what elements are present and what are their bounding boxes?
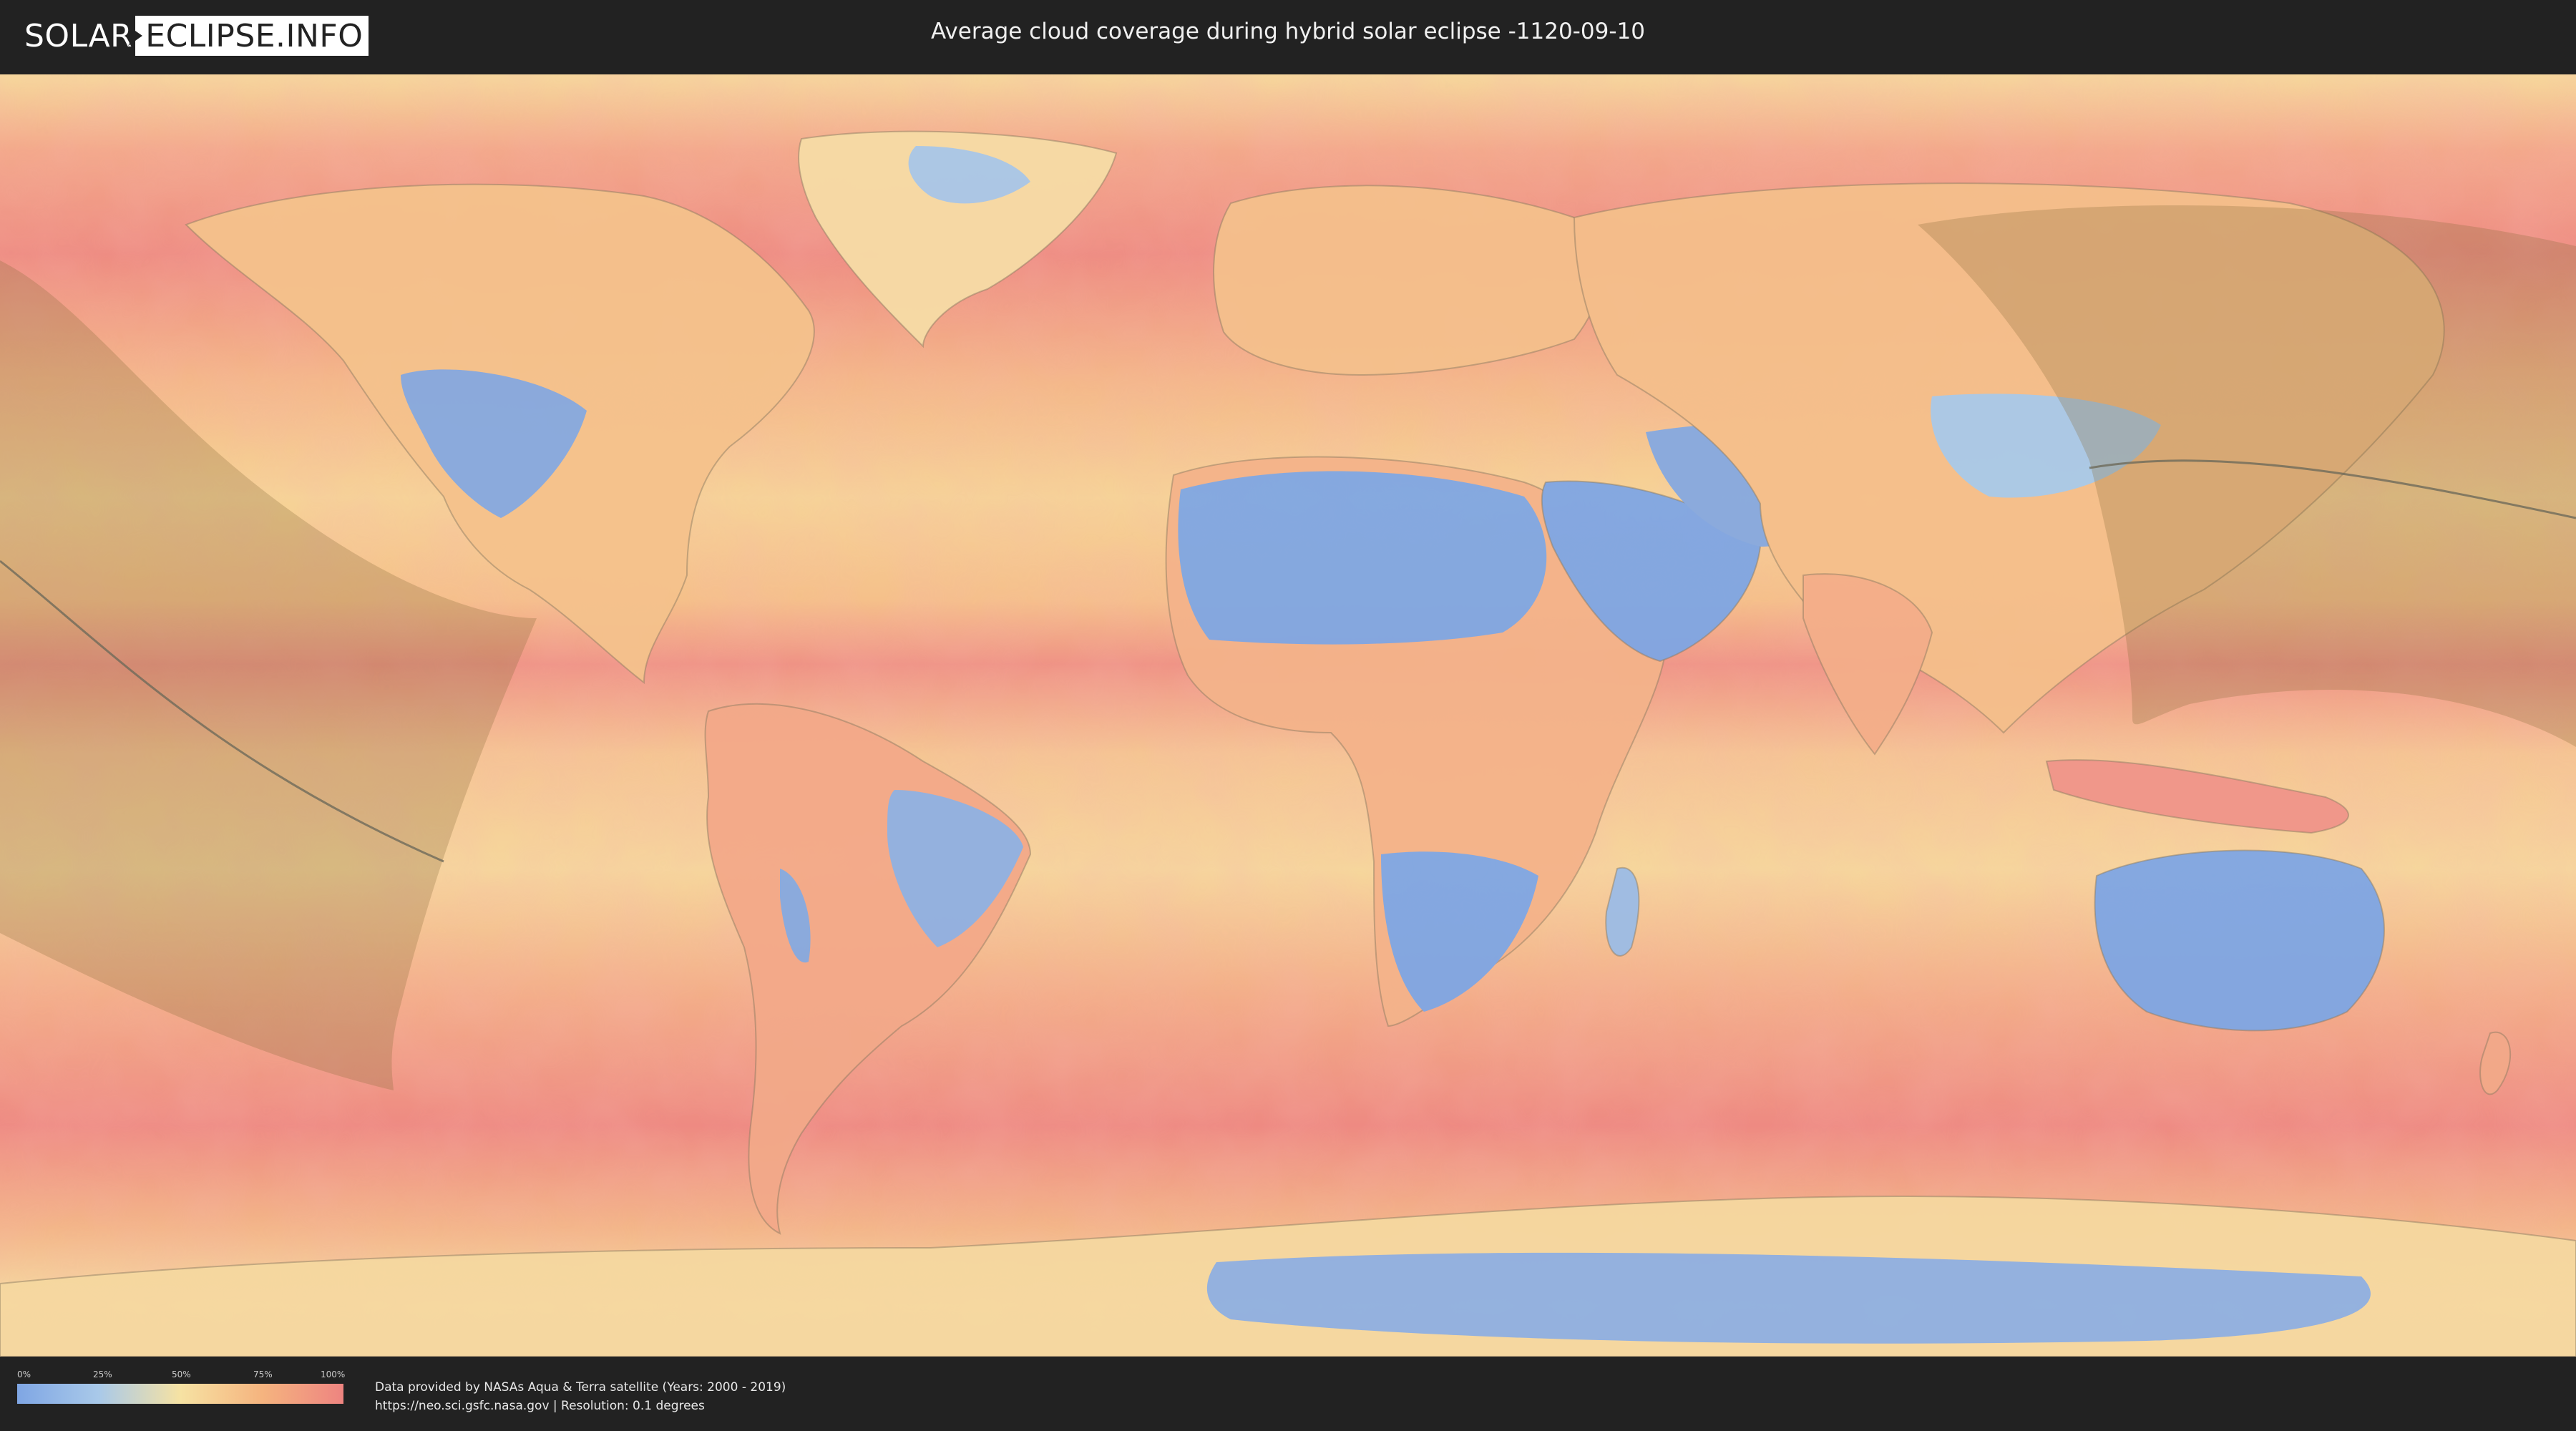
legend-tick-75: 75% [253, 1369, 273, 1379]
legend-tick-0: 0% [17, 1369, 31, 1379]
world-map-svg [0, 74, 2576, 1357]
legend-tick-50: 50% [172, 1369, 191, 1379]
page-title: Average cloud coverage during hybrid sol… [931, 19, 1645, 44]
cloud-coverage-map[interactable] [0, 74, 2576, 1357]
land-sahara [1178, 471, 1547, 645]
footer: 0% 25% 50% 75% 100% Data provided by NAS… [0, 1357, 2576, 1431]
credits-line-2: https://neo.sci.gsfc.nasa.gov | Resoluti… [375, 1399, 705, 1413]
cloud-coverage-legend: 0% 25% 50% 75% 100% [17, 1369, 346, 1404]
legend-tick-25: 25% [93, 1369, 112, 1379]
legend-tick-100: 100% [321, 1369, 346, 1379]
credits-line-1: Data provided by NASAs Aqua & Terra sate… [375, 1380, 786, 1395]
header: SOLAR ECLIPSE.INFO Average cloud coverag… [0, 0, 2576, 74]
legend-ticks: 0% 25% 50% 75% 100% [17, 1369, 346, 1384]
data-credits: Data provided by NASAs Aqua & Terra sate… [375, 1378, 786, 1415]
legend-color-bar [17, 1384, 343, 1404]
land-europe [1213, 185, 1602, 376]
land-australia [2094, 849, 2386, 1032]
